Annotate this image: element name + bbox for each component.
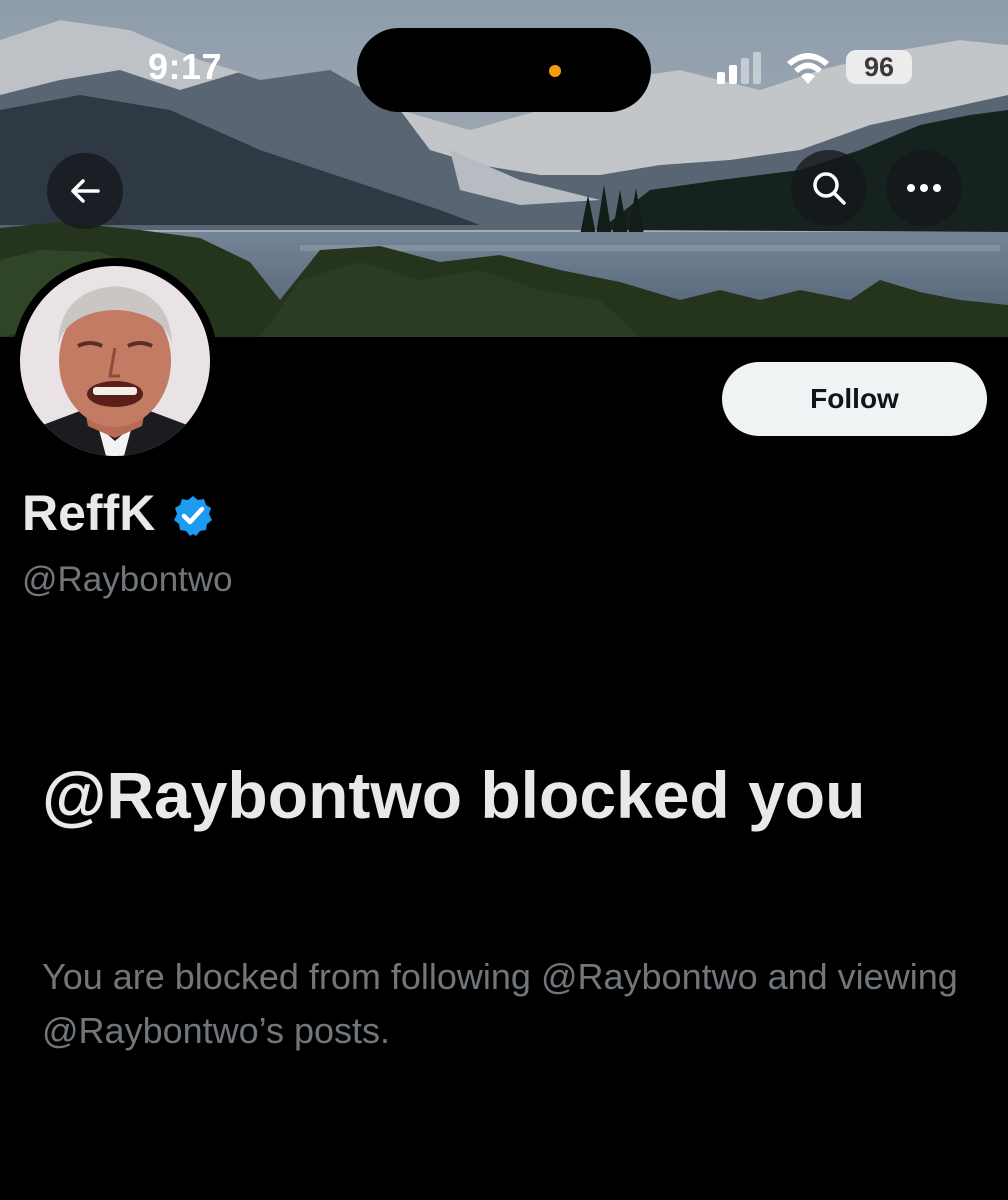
avatar-photo xyxy=(20,266,210,456)
profile-avatar[interactable] xyxy=(12,258,218,464)
display-name: ReffK xyxy=(22,485,156,541)
blocked-description: You are blocked from following @Raybontw… xyxy=(42,956,958,1051)
back-button[interactable] xyxy=(47,153,123,229)
privacy-indicator-dot xyxy=(549,65,561,77)
arrow-left-icon xyxy=(71,179,100,203)
follow-button[interactable]: Follow xyxy=(722,362,987,436)
cellular-signal-icon xyxy=(717,52,761,84)
profile-handle: @Raybontwo xyxy=(22,560,233,599)
status-time: 9:17 xyxy=(148,46,223,87)
blocked-title: @Raybontwo blocked you xyxy=(42,758,866,832)
dynamic-island xyxy=(357,28,651,112)
verified-badge-icon[interactable] xyxy=(171,494,215,538)
search-button[interactable] xyxy=(791,150,867,226)
profile-name-row: ReffK xyxy=(22,484,215,542)
more-options-button[interactable] xyxy=(886,150,962,226)
battery-level: 96 xyxy=(846,50,912,84)
more-horizontal-icon xyxy=(907,184,941,192)
search-icon xyxy=(813,172,846,205)
wifi-icon xyxy=(787,53,829,84)
